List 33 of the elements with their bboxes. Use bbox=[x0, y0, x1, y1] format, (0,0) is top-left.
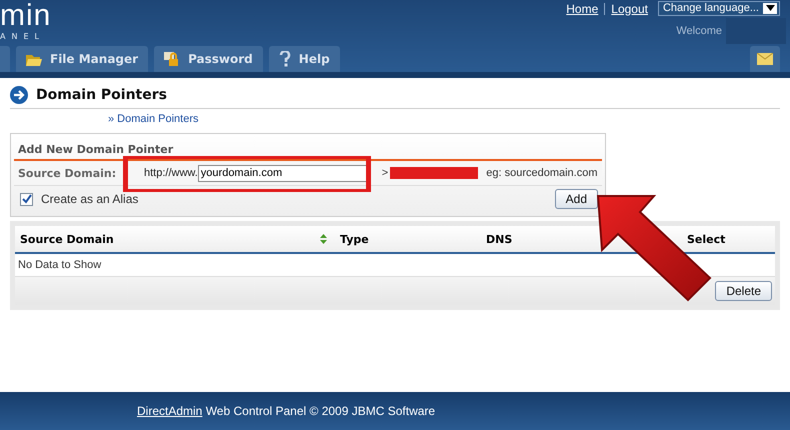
language-select[interactable]: Change language... bbox=[658, 1, 780, 16]
column-header[interactable]: Type bbox=[340, 232, 369, 246]
folder-icon bbox=[26, 52, 42, 66]
alias-checkbox[interactable] bbox=[20, 192, 33, 206]
header-link[interactable]: Home bbox=[566, 2, 598, 16]
mail-button[interactable] bbox=[750, 46, 780, 72]
logo-text: min bbox=[0, 0, 52, 32]
example-text: eg: sourcedomain.com bbox=[486, 167, 598, 179]
url-prefix: http://www. bbox=[144, 167, 198, 179]
lock-icon bbox=[164, 52, 180, 66]
logo-subtext: ANEL bbox=[0, 32, 46, 42]
welcome-text: Welcome bbox=[676, 25, 722, 37]
delete-button[interactable]: Delete bbox=[715, 281, 772, 301]
caret-icon bbox=[766, 5, 774, 11]
nav-tab[interactable]: File Manager bbox=[16, 46, 148, 72]
column-header[interactable]: DNS bbox=[486, 232, 512, 246]
help-icon bbox=[278, 51, 291, 67]
header-link[interactable]: Logout bbox=[611, 2, 648, 16]
nav-tab[interactable]: Help bbox=[268, 46, 340, 72]
footer-link[interactable]: DirectAdmin bbox=[137, 404, 202, 418]
field-label: Source Domain: bbox=[18, 166, 118, 180]
page-title: Domain Pointers bbox=[36, 87, 167, 103]
nav-tab[interactable]: Password bbox=[154, 46, 263, 72]
footer-text: DirectAdmin Web Control Panel © 2009 JBMC Software bbox=[137, 404, 436, 418]
column-header[interactable]: Source Domain bbox=[20, 232, 114, 246]
column-header[interactable]: Select bbox=[687, 232, 726, 246]
arrow-circle-icon bbox=[10, 86, 28, 104]
separator-text: > bbox=[382, 167, 388, 179]
envelope-icon bbox=[757, 53, 773, 65]
checkbox-label: Create as an Alias bbox=[41, 192, 138, 206]
add-button[interactable]: Add bbox=[554, 189, 598, 209]
breadcrumb-link[interactable]: » Domain Pointers bbox=[108, 113, 198, 125]
sort-icon bbox=[320, 234, 327, 244]
